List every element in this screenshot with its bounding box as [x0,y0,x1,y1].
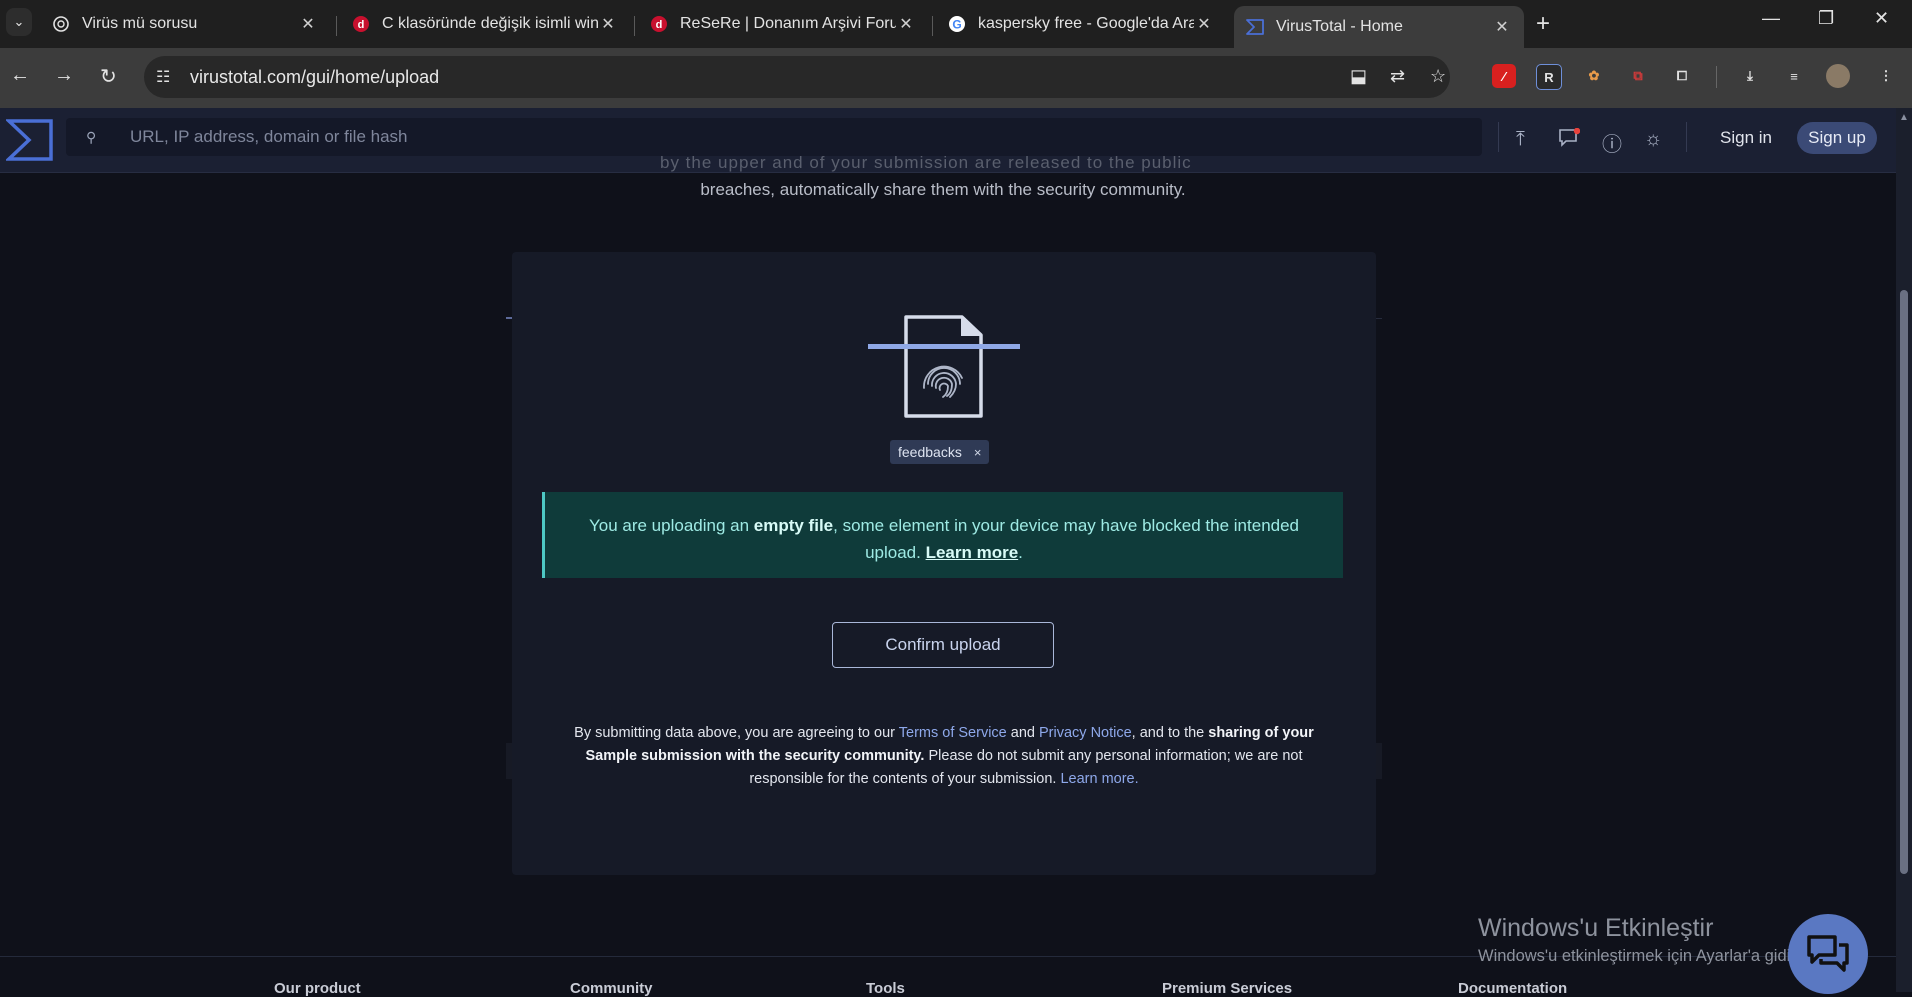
technopat-icon: d [352,15,370,33]
site-info-icon[interactable]: ☷ [156,67,178,87]
tab-title: kaspersky free - Google'da Ara [978,15,1194,32]
alert-text: . [1018,543,1023,562]
svg-text:d: d [656,19,663,31]
terms-text: and [1006,725,1039,741]
terms-notice: By submitting data above, you are agreei… [572,722,1316,791]
theme-toggle-icon[interactable]: ☼ [1644,128,1662,151]
activation-subtitle: Windows'u etkinleştirmek için Ayarlar'a … [1478,947,1805,965]
activation-title: Windows'u Etkinleştir [1478,914,1714,942]
upload-modal: feedbacks × You are uploading an empty f… [512,252,1376,875]
tab-title: Virüs mü sorusu [82,15,198,32]
tab-title: VirusTotal - Home [1276,18,1403,35]
browser-tab-strip: ⌄ Virüs mü sorusu ✕ d C klasöründe değiş… [0,0,1912,48]
file-chip: feedbacks × [890,440,990,464]
svg-text:G: G [952,18,961,32]
terms-text: , and to the [1131,725,1209,741]
footer-heading-premium-services: Premium Services [1162,980,1293,997]
tab-title: ReSeRe | Donanım Arşivi Forum [680,15,896,32]
footer-heading-documentation: Documentation [1458,980,1568,997]
technopat-icon: d [650,15,668,33]
translate-icon[interactable]: ⇄ [1390,66,1405,87]
close-tab-icon[interactable]: ✕ [896,14,916,34]
media-control-icon[interactable]: ≡ [1782,64,1806,88]
intro-line: breaches, automatically share them with … [700,180,1186,199]
notifications-icon[interactable] [1558,127,1581,154]
page-scrollbar[interactable]: ▲ [1896,108,1912,992]
intro-text: by the upper and of your submission are … [520,153,1366,200]
bookmark-star-icon[interactable]: ☆ [1430,66,1446,87]
forward-icon[interactable]: → [54,64,74,87]
tab-search-button[interactable]: ⌄ [6,8,32,36]
footer-heading-tools: Tools [866,980,905,997]
chatgpt-icon [52,15,70,33]
alert-text: , some element in your device may have b… [833,516,1300,562]
new-tab-button[interactable]: + [1536,10,1550,38]
extension-red-icon[interactable]: ⁄ [1492,64,1516,88]
footer-heading-community: Community [570,980,653,997]
extension-pdf-icon[interactable]: ⧉ [1626,64,1650,88]
close-tab-icon[interactable]: ✕ [598,14,618,34]
privacy-notice-link[interactable]: Privacy Notice [1039,725,1132,741]
terms-learn-more-link[interactable]: Learn more. [1060,771,1138,787]
extension-cookie-icon[interactable]: ✿ [1582,64,1606,88]
search-input[interactable] [128,126,1432,148]
browser-menu-icon[interactable]: ⋮ [1874,64,1898,88]
sign-up-button[interactable]: Sign up [1797,122,1877,154]
restore-icon[interactable]: ❐ [1818,8,1834,29]
virustotal-logo-icon[interactable] [4,118,54,167]
reload-icon[interactable]: ↻ [100,64,117,89]
remove-file-icon[interactable]: × [974,445,982,460]
extension-r-icon[interactable]: R [1536,64,1562,90]
tab-virus-mu-sorusu[interactable]: Virüs mü sorusu ✕ [40,6,330,42]
alert-text: You are uploading an [588,516,754,535]
alert-learn-more-link[interactable]: Learn more [926,543,1019,562]
upload-icon[interactable]: ⤒ [1516,128,1525,151]
tab-title: C klasöründe değişik isimli windows [382,15,598,32]
intro-clipped-line: by the upper and of your submission are … [660,153,1192,172]
install-app-icon[interactable]: ⬓ [1350,66,1367,87]
virustotal-icon [1246,18,1264,36]
windows-activation-watermark: Windows'u Etkinleştir Windows'u etkinleş… [1478,914,1804,966]
browser-toolbar: ← → ↻ ☷ virustotal.com/gui/home/upload ⬓… [0,48,1912,108]
vt-search-box[interactable]: ⚲ [66,118,1482,156]
sign-in-link[interactable]: Sign in [1720,128,1772,148]
close-tab-icon[interactable]: ✕ [298,14,318,34]
close-tab-icon[interactable]: ✕ [1492,17,1512,37]
download-icon[interactable]: ⤓ [1738,64,1762,88]
url-text[interactable]: virustotal.com/gui/home/upload [190,67,439,88]
footer-heading-our-product: Our product [274,980,361,997]
minimize-icon[interactable]: — [1762,8,1780,29]
empty-file-alert: You are uploading an empty file, some el… [542,492,1343,578]
google-icon: G [948,15,966,33]
chat-support-button[interactable] [1788,914,1868,994]
tab-c-klasorunde[interactable]: d C klasöründe değişik isimli windows ✕ [340,6,630,42]
terms-of-service-link[interactable]: Terms of Service [899,725,1007,741]
extensions-puzzle-icon[interactable]: ⧠ [1670,64,1694,88]
tab-resere-forum[interactable]: d ReSeRe | Donanım Arşivi Forum ✕ [638,6,928,42]
terms-text: By submitting data above, you are agreei… [574,725,899,741]
alert-bold-text: empty file [753,516,834,535]
tab-kaspersky-google[interactable]: G kaspersky free - Google'da Ara ✕ [936,6,1226,42]
scrollbar-thumb[interactable] [1900,290,1908,874]
scroll-up-icon[interactable]: ▲ [1899,112,1909,123]
close-tab-icon[interactable]: ✕ [1194,14,1214,34]
help-icon[interactable]: ⓘ [1602,128,1622,157]
chat-icon [1807,935,1849,972]
address-bar[interactable]: ☷ virustotal.com/gui/home/upload [144,56,1450,98]
file-name: feedbacks [898,444,962,460]
close-window-icon[interactable]: ✕ [1874,8,1889,29]
profile-avatar-icon[interactable] [1826,64,1850,88]
tab-virustotal-home[interactable]: VirusTotal - Home ✕ [1234,6,1524,48]
confirm-upload-button[interactable]: Confirm upload [832,622,1054,668]
fingerprint-file-icon [868,312,1020,422]
search-icon: ⚲ [86,128,97,145]
back-icon[interactable]: ← [10,64,30,87]
svg-text:d: d [358,19,365,31]
